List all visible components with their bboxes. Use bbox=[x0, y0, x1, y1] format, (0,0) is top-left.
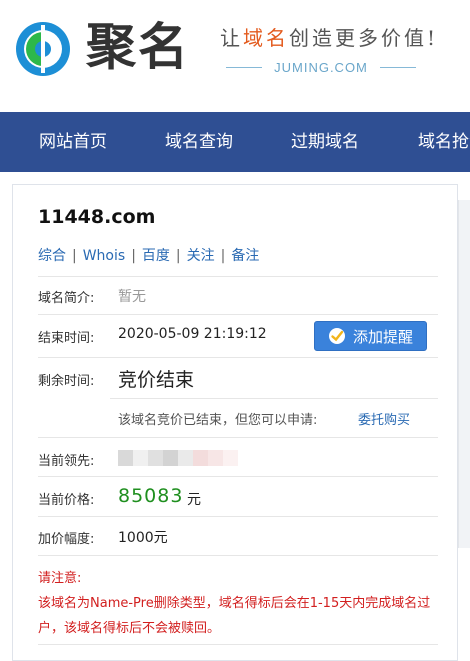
scrollbar[interactable] bbox=[458, 200, 470, 548]
site-url: JUMING.COM bbox=[274, 59, 368, 75]
link-overview[interactable]: 综合 bbox=[38, 248, 66, 264]
separator: | bbox=[175, 248, 181, 264]
price-unit: 元 bbox=[187, 492, 201, 508]
slogan-highlight: 域名 bbox=[243, 26, 289, 50]
slogan-post: 创造更多价值! bbox=[289, 26, 439, 50]
separator: | bbox=[131, 248, 136, 264]
link-whois[interactable]: Whois bbox=[83, 248, 125, 264]
intro-value: 暂无 bbox=[118, 289, 146, 305]
price-label: 当前价格: bbox=[38, 493, 95, 508]
domain-links: 综合 | Whois | 百度 | 关注 | 备注 bbox=[38, 245, 259, 265]
row-divider bbox=[38, 644, 438, 645]
nav-item-domain-search[interactable]: 域名查询 bbox=[165, 112, 233, 172]
remaining-label: 剩余时间: bbox=[38, 374, 95, 389]
auction-ended-note: 该域名竞价已结束，但您可以申请: bbox=[118, 413, 318, 428]
entrust-purchase-link[interactable]: 委托购买 bbox=[358, 409, 410, 428]
increment-label: 加价幅度: bbox=[38, 532, 95, 547]
row-divider bbox=[38, 476, 438, 477]
main-nav: 网站首页 域名查询 过期域名 域名抢注 bbox=[0, 112, 470, 172]
separator: | bbox=[220, 248, 226, 264]
increment-value: 1000元 bbox=[118, 530, 168, 546]
link-follow[interactable]: 关注 bbox=[187, 248, 215, 264]
site-domain: JUMING.COM bbox=[226, 58, 416, 76]
site-header: 聚名 让域名创造更多价值! JUMING.COM bbox=[0, 0, 470, 112]
juming-logo-icon[interactable] bbox=[14, 20, 72, 78]
domain-title: 11448.com bbox=[38, 206, 156, 228]
reminder-check-icon bbox=[328, 328, 345, 344]
logo-text[interactable]: 聚名 bbox=[86, 16, 190, 78]
nav-item-domain-snap[interactable]: 域名抢注 bbox=[418, 112, 470, 172]
notice-title: 请注意: bbox=[38, 571, 82, 586]
current-price-value: 85083 bbox=[118, 485, 184, 507]
leader-value-blurred bbox=[118, 450, 238, 466]
row-divider bbox=[110, 398, 438, 399]
leader-label: 当前领先: bbox=[38, 454, 95, 469]
intro-label: 域名简介: bbox=[38, 291, 95, 306]
separator: | bbox=[72, 248, 77, 264]
row-divider bbox=[38, 516, 438, 517]
slogan: 让域名创造更多价值! bbox=[220, 22, 438, 51]
add-reminder-label: 添加提醒 bbox=[352, 327, 413, 346]
divider bbox=[379, 66, 416, 68]
row-divider bbox=[38, 314, 438, 315]
row-divider bbox=[38, 276, 438, 277]
row-divider bbox=[38, 357, 438, 358]
notice-box: 请注意: 该域名为Name-Pre删除类型，域名得标后会在1-15天内完成域名过… bbox=[38, 566, 440, 641]
add-reminder-button[interactable]: 添加提醒 bbox=[314, 321, 427, 351]
notice-text: 该域名为Name-Pre删除类型，域名得标后会在1-15天内完成域名过户，该域名… bbox=[38, 596, 431, 636]
row-divider bbox=[38, 437, 438, 438]
end-time-value: 2020-05-09 21:19:12 bbox=[118, 326, 267, 342]
divider bbox=[226, 66, 263, 68]
end-time-label: 结束时间: bbox=[38, 331, 95, 346]
nav-item-expired-domains[interactable]: 过期域名 bbox=[291, 112, 359, 172]
link-baidu[interactable]: 百度 bbox=[142, 248, 170, 264]
nav-item-home[interactable]: 网站首页 bbox=[39, 112, 107, 172]
row-divider bbox=[38, 555, 438, 556]
slogan-pre: 让 bbox=[220, 26, 243, 50]
remaining-value: 竞价结束 bbox=[118, 369, 195, 391]
link-remark[interactable]: 备注 bbox=[231, 248, 259, 264]
